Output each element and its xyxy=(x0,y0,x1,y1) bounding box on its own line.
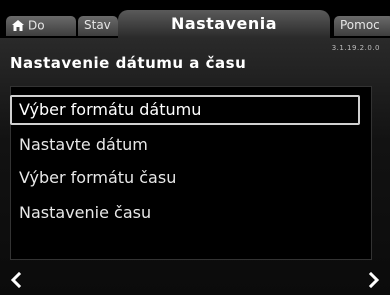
screen: Do Stav Nastavenia Pomoc 3.1.19.2.0.0 Na… xyxy=(0,0,390,295)
tab-home[interactable]: Do xyxy=(6,16,76,36)
tab-bar: Do Stav Nastavenia Pomoc xyxy=(0,0,390,38)
menu-item-date-format[interactable]: Výber formátu dátumu xyxy=(10,95,360,125)
version-label: 3.1.19.2.0.0 xyxy=(331,44,380,52)
tab-stav-label: Stav xyxy=(84,18,111,32)
chevron-right-icon[interactable] xyxy=(366,272,382,288)
menu-item-set-time[interactable]: Nastavenie času xyxy=(10,198,360,228)
tab-stav[interactable]: Stav xyxy=(78,16,118,36)
page-title: Nastavenie dátumu a času xyxy=(10,54,247,72)
tab-home-label: Do xyxy=(28,18,45,33)
tab-settings[interactable]: Nastavenia xyxy=(118,10,330,38)
tab-settings-label: Nastavenia xyxy=(170,14,278,33)
home-icon xyxy=(12,20,24,31)
menu-item-set-date[interactable]: Nastavte dátum xyxy=(10,130,360,160)
tab-help-label: Pomoc xyxy=(340,18,380,32)
chevron-left-icon[interactable] xyxy=(8,272,24,288)
tab-help[interactable]: Pomoc xyxy=(334,16,390,36)
menu-item-time-format[interactable]: Výber formátu času xyxy=(10,163,360,193)
